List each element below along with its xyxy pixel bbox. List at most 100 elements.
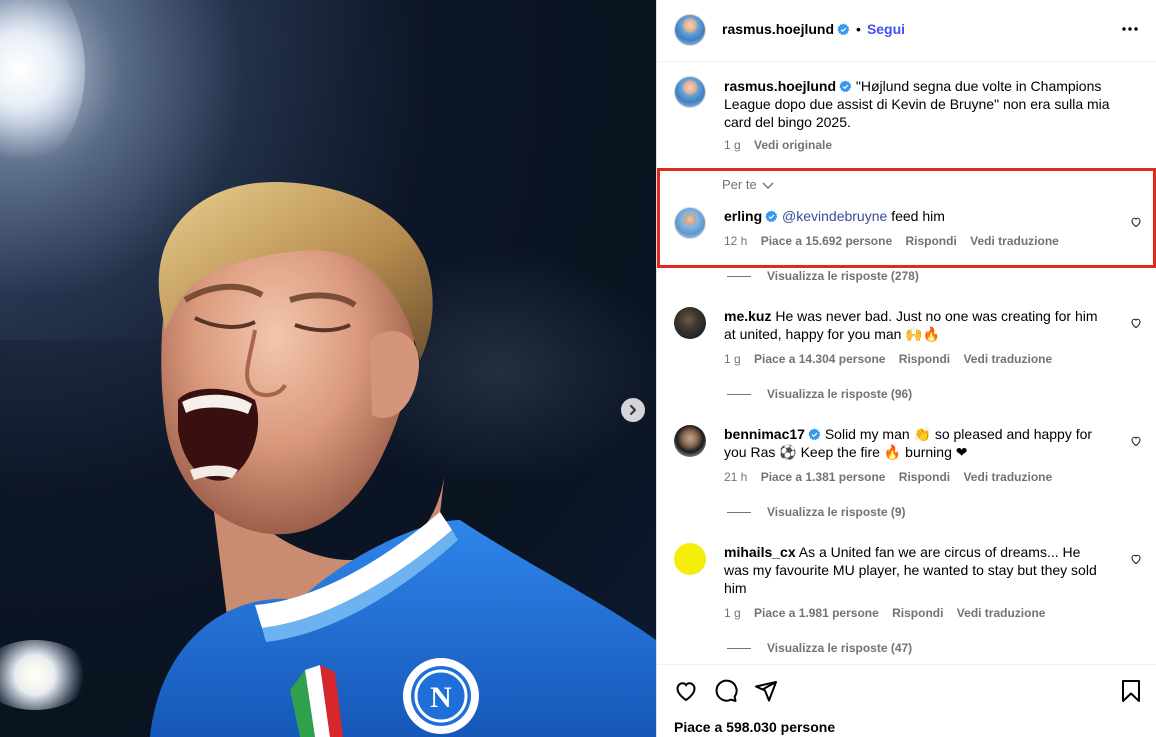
caption-text-line2: League dopo due assist di Kevin de Bruyn… <box>724 96 1110 112</box>
separator-dot: • <box>856 21 861 37</box>
comment-body-line2: at united, happy for you man 🙌🔥 <box>724 326 941 342</box>
comment-like-button[interactable] <box>1130 552 1142 568</box>
comment-time[interactable]: 12 h <box>724 234 747 248</box>
comment-likes[interactable]: Piace a 15.692 persone <box>761 234 892 248</box>
view-replies-label: Visualizza le risposte (96) <box>767 387 913 401</box>
comment-body-line2: was my favourite MU player, he wanted to… <box>724 562 1097 578</box>
comment-username[interactable]: mihails_cx <box>724 544 796 560</box>
reply-button[interactable]: Rispondi <box>899 470 950 484</box>
mention-link[interactable]: @kevindebruyne <box>782 208 887 224</box>
comment-text: erling @kevindebruyne feed him <box>724 207 945 225</box>
avatar[interactable] <box>674 76 706 108</box>
comment-body: feed him <box>891 208 945 224</box>
comment-bubble-icon <box>715 679 738 702</box>
see-original-link[interactable]: Vedi originale <box>754 138 832 152</box>
avatar[interactable] <box>674 307 706 339</box>
heart-icon <box>1131 217 1141 228</box>
chevron-down-icon <box>762 182 774 189</box>
comment-button[interactable] <box>714 679 738 706</box>
comment-like-button[interactable] <box>1130 316 1142 332</box>
comment-likes[interactable]: Piace a 1.981 persone <box>754 606 879 620</box>
divider-line <box>727 647 751 649</box>
comment-time[interactable]: 1 g <box>724 352 741 366</box>
translate-button[interactable]: Vedi traduzione <box>963 352 1052 366</box>
divider-line <box>727 393 751 395</box>
caption-text-line3: card del bingo 2025. <box>724 114 851 130</box>
comment-body-line2: you Ras ⚽ Keep the fire 🔥 burning ❤ <box>724 444 968 460</box>
view-replies-label: Visualizza le risposte (9) <box>767 505 906 519</box>
comment-meta: 21 h Piace a 1.381 persone Rispondi Vedi… <box>724 470 1062 484</box>
post-likes-count[interactable]: Piace a 598.030 persone <box>674 719 835 735</box>
post-details-panel: rasmus.hoejlund • Segui rasmus.hoejlund … <box>656 0 1156 737</box>
divider-line <box>727 511 751 513</box>
comment-body: As a United fan we are circus of dreams.… <box>798 544 1081 560</box>
reply-button[interactable]: Rispondi <box>892 606 943 620</box>
heart-icon <box>1131 436 1141 447</box>
bookmark-icon <box>1122 680 1140 702</box>
like-heart-icon <box>676 682 696 702</box>
share-button[interactable] <box>754 679 778 706</box>
avatar[interactable] <box>674 14 706 46</box>
reply-button[interactable]: Rispondi <box>899 352 950 366</box>
caption-text-line1: "Højlund segna due volte in Champions <box>855 78 1102 94</box>
view-replies-label: Visualizza le risposte (47) <box>767 641 913 655</box>
caption-meta: 1 g Vedi originale <box>724 138 842 152</box>
more-options-button[interactable] <box>1121 20 1139 41</box>
view-replies-button[interactable]: Visualizza le risposte (9) <box>727 505 906 519</box>
view-replies-button[interactable]: Visualizza le risposte (278) <box>727 269 919 283</box>
translate-button[interactable]: Vedi traduzione <box>957 606 1046 620</box>
verified-badge-icon <box>839 80 852 93</box>
caption-time[interactable]: 1 g <box>724 138 741 152</box>
more-options-icon <box>1122 27 1138 31</box>
follow-button[interactable]: Segui <box>867 21 905 37</box>
comment-sort-dropdown[interactable]: Per te <box>722 177 775 192</box>
comment-text: bennimac17 Solid my man 👏 so pleased and… <box>724 425 1124 461</box>
post-photo: N <box>0 0 656 737</box>
comment-like-button[interactable] <box>1130 434 1142 450</box>
comment-like-button[interactable] <box>1130 215 1142 231</box>
caption-username[interactable]: rasmus.hoejlund <box>724 78 836 94</box>
like-button[interactable] <box>674 679 698 706</box>
post-caption: rasmus.hoejlund "Højlund segna due volte… <box>724 77 1144 131</box>
comment-meta: 1 g Piace a 1.981 persone Rispondi Vedi … <box>724 606 1055 620</box>
avatar[interactable] <box>674 543 706 575</box>
comment-meta: 1 g Piace a 14.304 persone Rispondi Vedi… <box>724 352 1062 366</box>
comment-text: mihails_cx As a United fan we are circus… <box>724 543 1134 597</box>
comment-likes[interactable]: Piace a 1.381 persone <box>761 470 886 484</box>
comment-time[interactable]: 21 h <box>724 470 747 484</box>
comment-body: He was never bad. Just no one was creati… <box>775 308 1098 324</box>
view-replies-label: Visualizza le risposte (278) <box>767 269 919 283</box>
chevron-right-icon <box>630 405 636 415</box>
heart-icon <box>1131 318 1141 329</box>
comment-body-line3: him <box>724 580 747 596</box>
author-username[interactable]: rasmus.hoejlund <box>722 21 834 37</box>
share-paper-plane-icon <box>755 681 777 702</box>
comment-username[interactable]: bennimac17 <box>724 426 805 442</box>
sort-label: Per te <box>722 177 757 192</box>
reply-button[interactable]: Rispondi <box>905 234 956 248</box>
comment-likes[interactable]: Piace a 14.304 persone <box>754 352 885 366</box>
divider-line <box>727 275 751 277</box>
comment-text: me.kuz He was never bad. Just no one was… <box>724 307 1124 343</box>
next-image-button[interactable] <box>621 398 645 422</box>
comment-username[interactable]: erling <box>724 208 762 224</box>
player-illustration: N <box>150 181 656 737</box>
translate-button[interactable]: Vedi traduzione <box>963 470 1052 484</box>
comment-time[interactable]: 1 g <box>724 606 741 620</box>
avatar[interactable] <box>674 207 706 239</box>
comment-meta: 12 h Piace a 15.692 persone Rispondi Ved… <box>724 234 1069 248</box>
view-replies-button[interactable]: Visualizza le risposte (96) <box>727 387 912 401</box>
comment-username[interactable]: me.kuz <box>724 308 771 324</box>
translate-button[interactable]: Vedi traduzione <box>970 234 1059 248</box>
save-button[interactable] <box>1120 679 1142 706</box>
post-header: rasmus.hoejlund • Segui <box>657 0 1156 62</box>
verified-badge-icon <box>808 428 821 441</box>
heart-icon <box>1131 554 1141 565</box>
comment-body: Solid my man 👏 so pleased and happy for <box>824 426 1093 442</box>
avatar[interactable] <box>674 425 706 457</box>
svg-text:N: N <box>430 681 452 714</box>
verified-badge-icon <box>765 210 778 223</box>
view-replies-button[interactable]: Visualizza le risposte (47) <box>727 641 912 655</box>
post-action-bar: Piace a 598.030 persone <box>657 664 1156 737</box>
verified-badge-icon <box>837 23 850 35</box>
